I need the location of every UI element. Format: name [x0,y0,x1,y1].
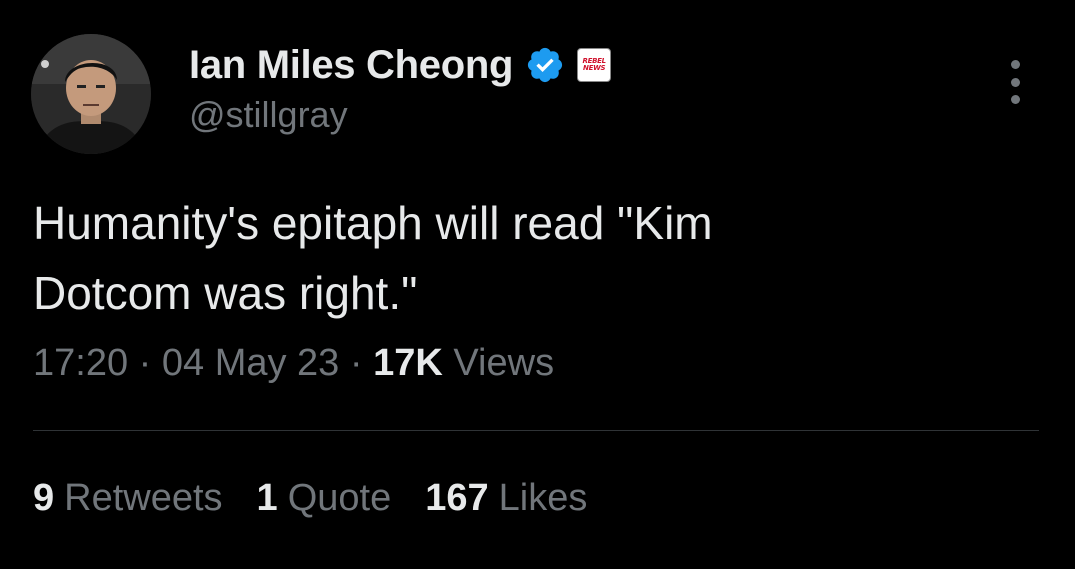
quotes-stat[interactable]: 1 Quote [257,477,392,520]
user-handle[interactable]: @stillgray [189,94,348,136]
display-name[interactable]: Ian Miles Cheong [189,43,513,88]
tweet-text: Humanity's epitaph will read "Kim Dotcom … [33,188,1033,328]
more-options-icon[interactable] [1000,60,1030,104]
tweet-time[interactable]: 17:20 [33,342,128,384]
tweet-text-line-2: Dotcom was right." [33,267,418,319]
avatar[interactable] [31,34,151,154]
retweets-stat[interactable]: 9 Retweets [33,477,223,520]
tweet-text-line-1: Humanity's epitaph will read "Kim [33,197,713,249]
verified-badge-icon[interactable] [525,45,565,85]
author-name-row: Ian Miles Cheong REBEL NEWS [189,40,612,90]
views-count: 17K [373,342,443,384]
views-label: Views [453,342,555,384]
tweet-date[interactable]: 04 May 23 [162,342,339,384]
meta-separator: · [349,342,363,384]
avatar-image [31,34,151,154]
tweet-card: Ian Miles Cheong REBEL NEWS @stillgray H… [0,0,1075,569]
divider [33,430,1039,431]
affiliation-badge[interactable]: REBEL NEWS [577,48,612,82]
meta-separator: · [138,342,152,384]
engagement-stats: 9 Retweets 1 Quote 167 Likes [33,477,621,520]
likes-stat[interactable]: 167 Likes [425,477,587,520]
tweet-meta: 17:20 · 04 May 23 · 17K Views [33,342,554,385]
